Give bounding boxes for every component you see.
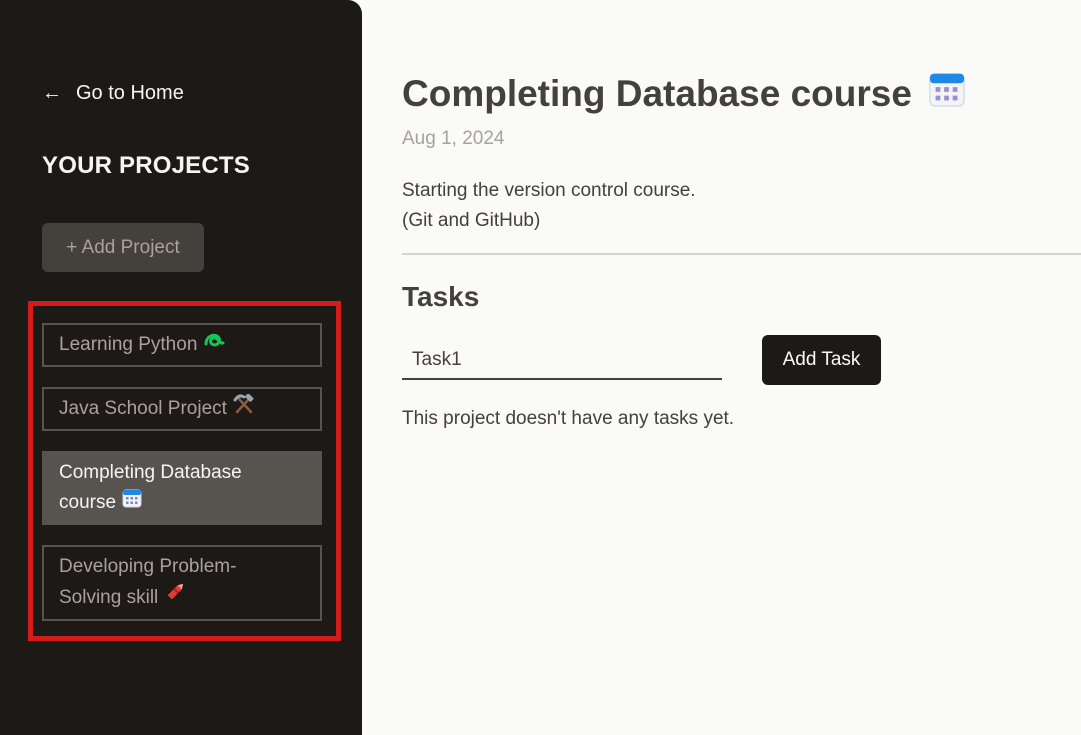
sidebar-title: YOUR PROJECTS bbox=[42, 152, 250, 179]
project-item-learning-python[interactable]: Learning Python bbox=[42, 323, 322, 368]
project-label: Learning Python bbox=[59, 334, 198, 356]
sidebar: ← Go to Home YOUR PROJECTS + Add Project… bbox=[0, 0, 362, 735]
crayon-icon bbox=[164, 582, 184, 614]
hammer-pick-icon bbox=[233, 393, 255, 424]
project-list: Learning Python Java School Project Comp… bbox=[42, 323, 322, 641]
project-date: Aug 1, 2024 bbox=[402, 128, 505, 149]
calendar-icon bbox=[122, 488, 142, 518]
arrow-left-icon: ← bbox=[42, 82, 62, 104]
go-to-home-link[interactable]: ← Go to Home bbox=[42, 82, 184, 105]
project-description: Starting the version control course. (Gi… bbox=[402, 176, 696, 236]
go-to-home-label: Go to Home bbox=[76, 82, 184, 104]
calendar-icon bbox=[928, 70, 966, 117]
empty-tasks-message: This project doesn't have any tasks yet. bbox=[402, 408, 735, 429]
project-label-line2: Solving skill bbox=[59, 587, 159, 609]
project-title-text: Completing Database course bbox=[402, 72, 912, 114]
project-title: Completing Database course bbox=[402, 70, 966, 117]
add-task-button[interactable]: Add Task bbox=[762, 335, 881, 385]
project-label-line1: Completing Database bbox=[59, 462, 242, 484]
project-item-developing-problem-solving-skill[interactable]: Developing Problem- Solving skill bbox=[42, 545, 322, 622]
project-item-completing-database-course[interactable]: Completing Database course bbox=[42, 451, 322, 526]
divider bbox=[402, 253, 1081, 255]
task-input[interactable] bbox=[402, 341, 722, 380]
loop-icon bbox=[203, 330, 225, 360]
project-label-line1: Developing Problem- bbox=[59, 556, 237, 578]
project-label-line2: course bbox=[59, 492, 117, 514]
project-label: Java School Project bbox=[59, 398, 227, 420]
add-project-button[interactable]: + Add Project bbox=[42, 223, 204, 272]
description-line2: (Git and GitHub) bbox=[402, 210, 541, 231]
description-line1: Starting the version control course. bbox=[402, 180, 696, 201]
project-item-java-school-project[interactable]: Java School Project bbox=[42, 387, 322, 432]
tasks-heading: Tasks bbox=[402, 281, 480, 312]
